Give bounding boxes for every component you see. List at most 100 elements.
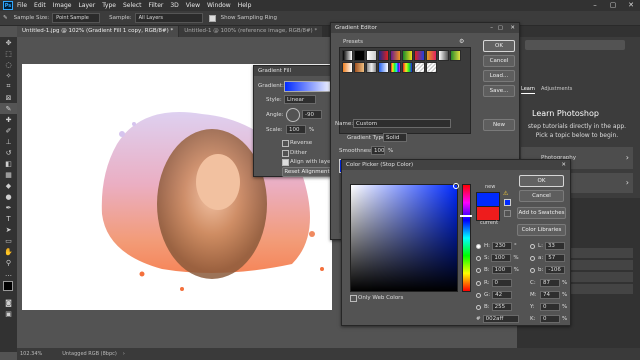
menu-view[interactable]: View (186, 2, 200, 9)
picker-cancel-button[interactable]: Cancel (519, 190, 564, 202)
brush-tool-icon[interactable]: ✐ (0, 125, 17, 136)
hue-slider-handle[interactable] (460, 215, 472, 217)
tab-learn[interactable]: Learn (521, 86, 535, 94)
web-colors-checkbox[interactable] (350, 295, 357, 302)
menu-help[interactable]: Help (238, 2, 252, 9)
menu-filter[interactable]: Filter (149, 2, 164, 9)
type-tool-icon[interactable]: T (0, 213, 17, 224)
a-input[interactable]: 57 (545, 254, 566, 262)
s-radio[interactable] (476, 255, 481, 261)
gear-icon[interactable]: ⚙ (459, 38, 464, 45)
zoom-tool-icon[interactable]: ⚲ (0, 257, 17, 268)
minimize-icon[interactable]: – (490, 23, 493, 33)
blur-tool-icon[interactable]: ◆ (0, 180, 17, 191)
gradient-type-select[interactable]: Solid (383, 133, 407, 142)
k-input[interactable]: 0 (540, 315, 560, 323)
history-brush-icon[interactable]: ↺ (0, 147, 17, 158)
screen-mode-icon[interactable]: ▣ (0, 308, 17, 319)
angle-input[interactable]: -90 (302, 110, 322, 119)
s-input[interactable]: 100 (491, 254, 512, 262)
smoothness-input[interactable]: 100 (371, 146, 385, 155)
preset-swatch[interactable] (366, 62, 377, 73)
align-checkbox[interactable] (282, 159, 289, 166)
angle-dial[interactable] (286, 108, 300, 122)
l-input[interactable]: 33 (544, 242, 565, 250)
eyedropper-icon[interactable]: ✎ (3, 15, 8, 21)
reset-alignment-button[interactable]: Reset Alignment (282, 167, 332, 177)
preset-swatch[interactable] (366, 50, 377, 61)
scale-input[interactable]: 100 (286, 125, 306, 134)
eraser-tool-icon[interactable]: ◧ (0, 158, 17, 169)
g-radio[interactable] (476, 292, 481, 298)
maximize-icon[interactable]: ▢ (498, 23, 503, 33)
hue-slider[interactable] (460, 184, 472, 292)
blue-input[interactable]: 255 (491, 303, 512, 311)
tab-document-2[interactable]: Untitled-1 @ 100% (reference image, RGB/… (179, 26, 323, 37)
menu-type[interactable]: Type (102, 2, 116, 9)
shape-tool-icon[interactable]: ▭ (0, 235, 17, 246)
editor-ok-button[interactable]: OK (483, 40, 515, 52)
preset-swatch[interactable] (402, 62, 413, 73)
preset-swatch[interactable] (354, 50, 365, 61)
preset-swatch[interactable] (390, 50, 401, 61)
zoom-level[interactable]: 102.34% (20, 351, 42, 357)
tab-document-1[interactable]: Untitled-1.jpg @ 102% (Gradient Fill 1 c… (17, 26, 179, 37)
tab-adjustments[interactable]: Adjustments (541, 86, 572, 94)
menu-layer[interactable]: Layer (78, 2, 95, 9)
preset-swatch[interactable] (414, 50, 425, 61)
preset-swatch[interactable] (426, 62, 437, 73)
color-libraries-button[interactable]: Color Libraries (517, 224, 566, 236)
sample-size-select[interactable]: Point Sample (52, 13, 101, 23)
menu-file[interactable]: File (17, 2, 27, 9)
right-panel-search[interactable] (525, 40, 625, 50)
reverse-checkbox[interactable] (282, 140, 289, 147)
color-field[interactable] (350, 183, 459, 292)
menu-select[interactable]: Select (123, 2, 142, 9)
y-input[interactable]: 0 (540, 303, 560, 311)
menu-image[interactable]: Image (53, 2, 72, 9)
a-radio[interactable] (530, 255, 535, 261)
editor-new-button[interactable]: New (483, 119, 515, 131)
preset-swatch[interactable] (342, 50, 353, 61)
quick-select-icon[interactable]: ✧ (0, 70, 17, 81)
m-input[interactable]: 74 (540, 291, 560, 299)
menu-edit[interactable]: Edit (34, 2, 46, 9)
crop-tool-icon[interactable]: ⌗ (0, 81, 17, 92)
editor-cancel-button[interactable]: Cancel (483, 55, 515, 67)
g-input[interactable]: 42 (492, 291, 513, 299)
dodge-tool-icon[interactable]: ● (0, 191, 17, 202)
path-select-icon[interactable]: ➤ (0, 224, 17, 235)
style-select[interactable]: Linear (284, 95, 316, 104)
preset-swatch[interactable] (342, 62, 353, 73)
blue-radio[interactable] (476, 304, 481, 310)
minimize-icon[interactable]: – (586, 0, 604, 11)
lab-b-radio[interactable] (530, 267, 535, 273)
preset-swatch[interactable] (378, 50, 389, 61)
current-color-swatch[interactable] (476, 206, 500, 221)
show-ring-checkbox[interactable] (208, 14, 216, 22)
close-icon[interactable]: ✕ (622, 0, 640, 11)
marquee-tool-icon[interactable]: ⬚ (0, 48, 17, 59)
healing-tool-icon[interactable]: ✚ (0, 114, 17, 125)
h-radio[interactable] (476, 243, 481, 249)
more-tools-icon[interactable]: … (0, 268, 17, 279)
r-radio[interactable] (476, 280, 481, 286)
close-icon[interactable]: ✕ (561, 160, 566, 170)
lasso-tool-icon[interactable]: ◌ (0, 59, 17, 70)
pen-tool-icon[interactable]: ✒ (0, 202, 17, 213)
preset-swatch[interactable] (438, 50, 449, 61)
preset-swatch[interactable] (426, 50, 437, 61)
gradient-tool-icon[interactable]: ▦ (0, 169, 17, 180)
gamut-swatch[interactable] (504, 199, 511, 206)
maximize-icon[interactable]: ▢ (604, 0, 622, 11)
menu-3d[interactable]: 3D (170, 2, 178, 9)
preset-swatch[interactable] (354, 62, 365, 73)
b-input[interactable]: 100 (491, 266, 512, 274)
preset-swatch[interactable] (450, 50, 461, 61)
gradient-preview[interactable] (284, 81, 334, 92)
close-icon[interactable]: ✕ (510, 23, 515, 33)
hex-input[interactable]: 002aff (482, 315, 519, 323)
web-safe-icon[interactable] (504, 210, 511, 217)
editor-save-button[interactable]: Save... (483, 85, 515, 97)
preset-swatch[interactable] (390, 62, 401, 73)
